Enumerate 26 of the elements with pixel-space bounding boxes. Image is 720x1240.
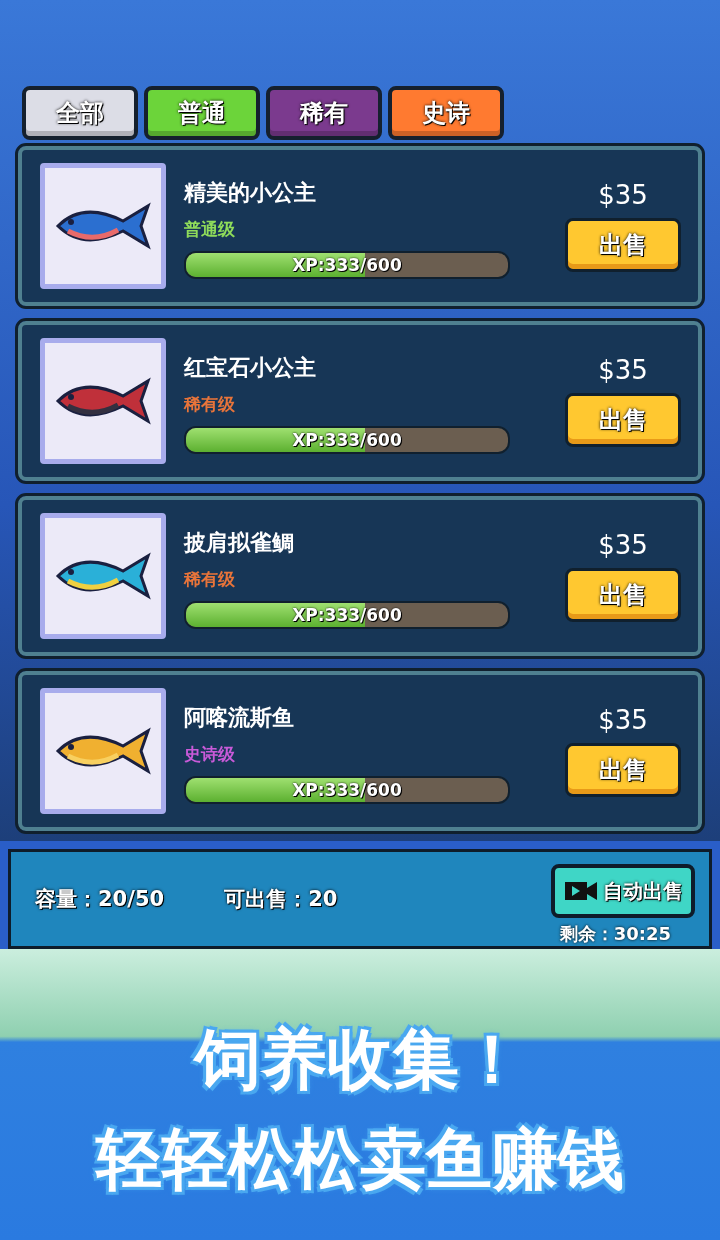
- rarity-label: 普通级: [184, 217, 236, 241]
- filter-tab[interactable]: 史诗: [388, 86, 504, 140]
- filter-tab[interactable]: 全部: [22, 86, 138, 140]
- sellable-text: 可出售：20: [224, 886, 338, 913]
- rarity-label: 稀有级: [184, 567, 236, 591]
- capacity-text: 容量：20/50: [35, 886, 165, 913]
- rarity-label: 史诗级: [184, 742, 236, 766]
- price-text: $35: [598, 180, 648, 210]
- fish-name: 阿喀流斯鱼: [184, 703, 295, 732]
- sell-button[interactable]: 出售: [565, 743, 681, 797]
- fish-name: 红宝石小公主: [184, 353, 317, 382]
- price-text: $35: [598, 530, 648, 560]
- sell-button[interactable]: 出售: [565, 393, 681, 447]
- rarity-label: 稀有级: [184, 392, 236, 416]
- filter-tab[interactable]: 普通: [144, 86, 260, 140]
- remaining-time: 剩余：30:25: [559, 922, 672, 946]
- filter-tab[interactable]: 稀有: [266, 86, 382, 140]
- promo-subline: 轻轻松松卖鱼赚钱: [96, 1119, 624, 1200]
- price-text: $35: [598, 355, 648, 385]
- promo-headline: 饲养收集！: [195, 1019, 525, 1100]
- price-text: $35: [598, 705, 648, 735]
- fish-name: 精美的小公主: [184, 178, 317, 207]
- auto-sell-button[interactable]: 自动出售: [551, 864, 695, 918]
- sell-button[interactable]: 出售: [565, 568, 681, 622]
- fish-name: 披肩拟雀鲷: [184, 528, 295, 557]
- sell-button[interactable]: 出售: [565, 218, 681, 272]
